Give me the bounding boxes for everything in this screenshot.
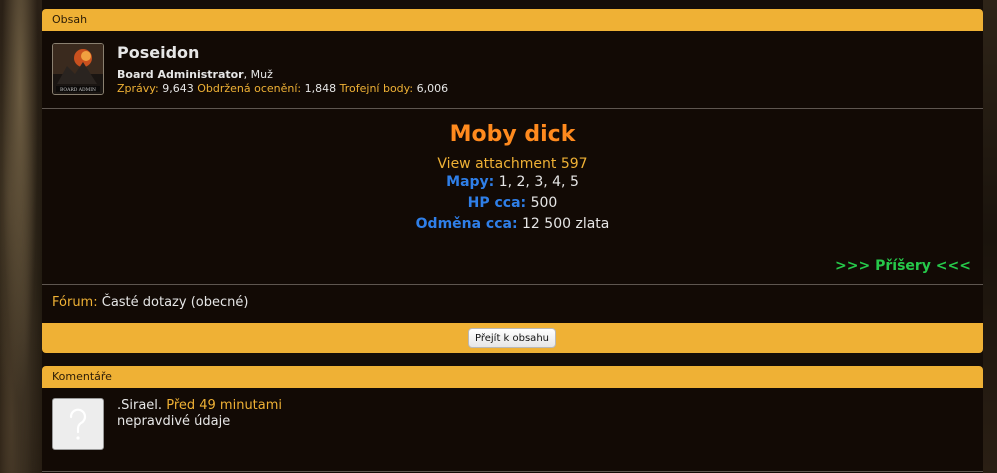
- hp-value: 500: [526, 195, 558, 211]
- comment-avatar[interactable]: [52, 398, 104, 450]
- author-gender: , Muž: [243, 68, 273, 81]
- trophy-label[interactable]: Trofejní body:: [340, 82, 413, 95]
- comments-panel: Komentáře .Sirael. Před 49 minutami nepr…: [42, 366, 983, 473]
- author-avatar[interactable]: BOARD ADMIN: [52, 43, 104, 95]
- messages-value: 9,643: [162, 82, 194, 95]
- content-panel: Obsah BOARD ADMIN Poseidon Board Adminis…: [42, 9, 983, 323]
- forum-value[interactable]: Časté dotazy (obecné): [98, 295, 249, 310]
- comment-time[interactable]: Před 49 minutami: [166, 398, 282, 413]
- avatar-caption: BOARD ADMIN: [60, 87, 96, 93]
- author-role: Board Administrator: [117, 68, 244, 81]
- maps-line: Mapy: 1, 2, 3, 4, 5: [42, 174, 983, 190]
- content-panel-body: BOARD ADMIN Poseidon Board Administrator…: [42, 31, 983, 323]
- reward-label: Odměna cca:: [415, 216, 518, 232]
- reward-line: Odměna cca: 12 500 zlata: [42, 216, 983, 232]
- maps-label: Mapy:: [446, 174, 495, 190]
- author-username[interactable]: Poseidon: [117, 43, 199, 62]
- trophy-value: 6,006: [416, 82, 449, 95]
- comments-panel-body: .Sirael. Před 49 minutami nepravdivé úda…: [42, 388, 983, 473]
- author-avatar-image: BOARD ADMIN: [53, 44, 103, 94]
- forum-label: Fórum:: [52, 295, 98, 310]
- attachment-link[interactable]: View attachment 597: [437, 156, 587, 172]
- comment-divider: [42, 471, 983, 472]
- author-title: Board Administrator, Muž: [117, 68, 273, 81]
- entry-title: Moby dick: [449, 122, 576, 147]
- likes-label[interactable]: Obdržená ocenění:: [197, 82, 301, 95]
- author-stats: Zprávy: 9,643 Obdržená ocenění: 1,848 Tr…: [117, 82, 448, 95]
- maps-value: 1, 2, 3, 4, 5: [494, 174, 579, 190]
- forum-line: Fórum: Časté dotazy (obecné): [52, 295, 248, 310]
- comments-panel-header: Komentáře: [42, 366, 983, 388]
- attachment-line: View attachment 597: [42, 153, 983, 172]
- monsters-link[interactable]: >>> Příšery <<<: [835, 258, 971, 274]
- forum-divider: [42, 284, 983, 285]
- default-avatar-icon: [69, 408, 87, 440]
- background-left-artwork: [0, 0, 42, 473]
- reward-value: 12 500 zlata: [517, 216, 610, 232]
- messages-label[interactable]: Zprávy:: [117, 82, 159, 95]
- content-panel-header: Obsah: [42, 9, 983, 31]
- comment-meta: .Sirael. Před 49 minutami: [117, 398, 282, 413]
- comment-text: nepravdivé údaje: [117, 414, 231, 429]
- hp-label: HP cca:: [467, 195, 527, 211]
- author-divider: [42, 108, 983, 109]
- entry-title-wrap: Moby dick: [42, 122, 983, 147]
- background-right-artwork: [983, 0, 997, 473]
- goto-content-button[interactable]: Přejít k obsahu: [468, 328, 556, 348]
- goto-bar: Přejít k obsahu: [42, 323, 983, 353]
- likes-value: 1,848: [304, 82, 337, 95]
- hp-line: HP cca: 500: [42, 195, 983, 211]
- comment-author[interactable]: .Sirael.: [117, 398, 162, 413]
